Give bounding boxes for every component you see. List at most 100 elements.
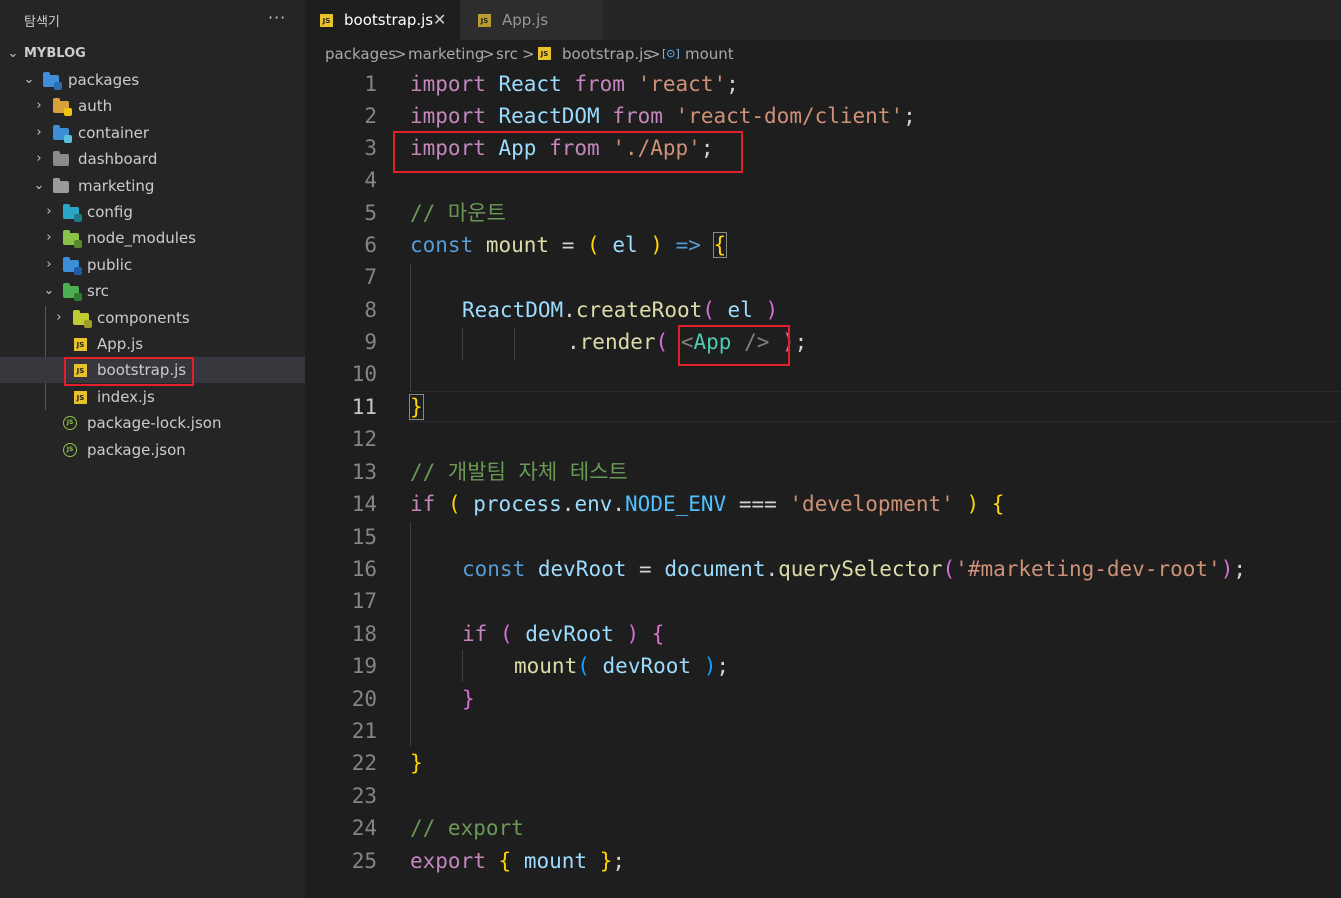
- javascript-file-icon: JS: [320, 14, 333, 27]
- indent-guide: [410, 264, 411, 392]
- nodejs-json-icon: JS: [63, 416, 77, 430]
- tree-item-index-js[interactable]: JS index.js: [0, 384, 305, 410]
- folder-src-icon: [63, 283, 82, 301]
- code-editor[interactable]: 1 2 3 4 5 6 7 8 9 10 11 12 13 14 15 16 1…: [305, 68, 1341, 898]
- breadcrumb-separator: >: [482, 45, 495, 63]
- javascript-file-icon: JS: [74, 391, 87, 404]
- code-line-8: ReactDOM.createRoot( el ): [462, 298, 779, 322]
- breadcrumb-item[interactable]: mount: [685, 40, 734, 68]
- breadcrumb-separator: >: [522, 45, 535, 63]
- javascript-file-icon: JS: [74, 364, 87, 377]
- line-number: 23: [351, 784, 377, 808]
- tree-item-label: dashboard: [78, 150, 158, 168]
- folder-container-icon: [53, 125, 72, 143]
- more-actions-icon[interactable]: ···: [268, 8, 286, 27]
- line-number: 10: [351, 362, 377, 386]
- javascript-file-icon: JS: [74, 338, 87, 351]
- nodejs-json-icon: JS: [63, 443, 77, 457]
- line-number: 8: [364, 298, 377, 322]
- tree-item-bootstrap-js[interactable]: JS bootstrap.js: [0, 357, 305, 383]
- line-number: 5: [364, 201, 377, 225]
- breadcrumb-item[interactable]: marketing: [408, 40, 484, 68]
- tree-item-marketing[interactable]: ⌄ marketing: [0, 173, 305, 199]
- indent-guide: [514, 328, 515, 360]
- folder-auth-icon: [53, 98, 72, 116]
- line-number: 4: [364, 168, 377, 192]
- line-number: 25: [351, 849, 377, 873]
- explorer-header: 탐색기 ···: [0, 0, 305, 40]
- tree-item-package-json[interactable]: JS package.json: [0, 437, 305, 463]
- breadcrumb-item[interactable]: src: [496, 40, 518, 68]
- tree-item-app-js[interactable]: JS App.js: [0, 331, 305, 357]
- tree-item-components[interactable]: › components: [0, 305, 305, 331]
- chevron-right-icon: ›: [36, 125, 42, 140]
- editor-tab-bar: JS bootstrap.js ✕ JS App.js: [305, 0, 1341, 40]
- close-icon[interactable]: ✕: [433, 0, 446, 40]
- folder-public-icon: [63, 257, 82, 275]
- tab-app-js[interactable]: JS App.js: [460, 0, 603, 40]
- tree-item-package-lock-json[interactable]: JS package-lock.json: [0, 410, 305, 436]
- folder-packages-icon: [43, 72, 62, 90]
- breadcrumb-separator: >: [648, 45, 661, 63]
- tree-item-label: public: [87, 256, 133, 274]
- tree-item-auth[interactable]: › auth: [0, 93, 305, 119]
- line-number: 20: [351, 687, 377, 711]
- tree-item-dashboard[interactable]: › dashboard: [0, 146, 305, 172]
- breadcrumb-item[interactable]: bootstrap.js: [562, 40, 651, 68]
- code-line-6: const mount = ( el ) => {: [410, 232, 728, 258]
- code-line-24-comment: // export: [410, 816, 524, 840]
- code-line-11: }: [409, 394, 424, 420]
- tree-item-label: container: [78, 124, 150, 142]
- tree-item-label: index.js: [97, 388, 155, 406]
- folder-node-modules-icon: [63, 230, 82, 248]
- tree-item-label: package.json: [87, 441, 186, 459]
- current-line-highlight: [410, 391, 1341, 422]
- chevron-down-icon: ⌄: [33, 178, 45, 193]
- tree-item-container[interactable]: › container: [0, 120, 305, 146]
- code-line-5-comment: // 마운트: [410, 201, 506, 225]
- symbol-variable-icon: [⊙]: [662, 47, 680, 60]
- code-line-18: if ( devRoot ) {: [462, 622, 665, 646]
- breadcrumb-item[interactable]: packages: [325, 40, 396, 68]
- project-name: MYBLOG: [24, 46, 86, 61]
- tree-item-src[interactable]: ⌄ src: [0, 278, 305, 304]
- project-root-myblog[interactable]: ⌄ MYBLOG: [0, 41, 305, 67]
- tree-item-config[interactable]: › config: [0, 199, 305, 225]
- code-line-1: import React from 'react';: [410, 72, 739, 96]
- tab-bootstrap-js[interactable]: JS bootstrap.js ✕: [305, 0, 460, 40]
- line-number: 12: [351, 427, 377, 451]
- code-line-25: export { mount };: [410, 849, 625, 873]
- code-line-16: const devRoot = document.querySelector('…: [462, 557, 1246, 581]
- line-number: 21: [351, 719, 377, 743]
- folder-config-icon: [63, 204, 82, 222]
- tree-item-public[interactable]: › public: [0, 252, 305, 278]
- tree-item-label: src: [87, 282, 109, 300]
- breadcrumb: packages > marketing > src > JS bootstra…: [305, 40, 1341, 68]
- line-number: 22: [351, 751, 377, 775]
- line-number: 14: [351, 492, 377, 516]
- tree-item-packages[interactable]: ⌄ packages: [0, 67, 305, 93]
- chevron-right-icon: ›: [36, 151, 42, 166]
- code-line-13-comment: // 개발팀 자체 테스트: [410, 460, 628, 484]
- code-line-2: import ReactDOM from 'react-dom/client';: [410, 104, 916, 128]
- tree-item-label: auth: [78, 97, 113, 115]
- tree-item-label: components: [97, 309, 190, 327]
- line-number: 18: [351, 622, 377, 646]
- folder-dashboard-icon: [53, 151, 69, 166]
- tree-item-node-modules[interactable]: › node_modules: [0, 225, 305, 251]
- folder-marketing-icon: [53, 178, 69, 193]
- line-number: 24: [351, 816, 377, 840]
- tree-item-label: App.js: [97, 335, 144, 353]
- explorer-sidebar: 탐색기 ··· ⌄ MYBLOG ⌄ packages › auth › con…: [0, 0, 305, 898]
- tree-item-label: packages: [68, 71, 140, 89]
- line-number: 7: [364, 265, 377, 289]
- chevron-right-icon: ›: [36, 98, 42, 113]
- breadcrumb-separator: >: [394, 45, 407, 63]
- line-number: 15: [351, 525, 377, 549]
- folder-components-icon: [73, 310, 92, 328]
- line-number: 16: [351, 557, 377, 581]
- tree-item-label: package-lock.json: [87, 414, 222, 432]
- code-line-14: if ( process.env.NODE_ENV === 'developme…: [410, 492, 1005, 516]
- code-line-20: }: [462, 687, 475, 711]
- line-number: 19: [351, 654, 377, 678]
